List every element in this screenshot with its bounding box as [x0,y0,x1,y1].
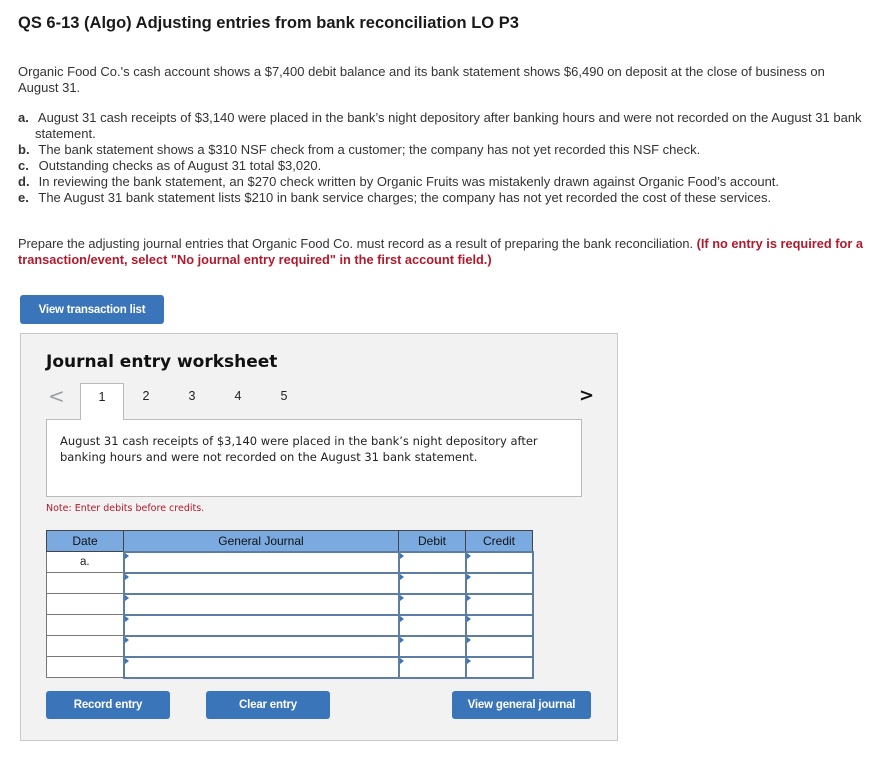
account-input[interactable] [122,634,400,658]
item-label: d. [18,174,30,189]
credit-input[interactable] [464,613,534,637]
item-text: August 31 cash receipts of $3,140 were p… [35,110,862,141]
column-header-date: Date [46,530,124,552]
transaction-item: a. August 31 cash receipts of $3,140 wer… [18,110,868,142]
debit-input[interactable] [397,655,467,679]
tab-3[interactable]: 3 [170,383,214,419]
transaction-item: c. Outstanding checks as of August 31 to… [18,158,868,174]
tab-4[interactable]: 4 [216,383,260,419]
account-input[interactable] [122,550,400,574]
credit-input[interactable] [464,550,534,574]
debit-input[interactable] [397,634,467,658]
date-cell [46,614,124,636]
account-input[interactable] [122,592,400,616]
table-row [46,613,534,637]
item-label: c. [18,158,29,173]
table-row: a. [46,550,534,574]
journal-entry-worksheet: Journal entry worksheet < 1 2 3 4 5 > Au… [20,333,618,741]
item-label: a. [18,110,29,125]
debit-input[interactable] [397,571,467,595]
date-cell [46,635,124,657]
entry-note: Note: Enter debits before credits. [46,503,205,514]
date-cell [46,572,124,594]
item-text: Outstanding checks as of August 31 total… [38,158,322,173]
view-transaction-list-button[interactable]: View transaction list [20,295,164,324]
date-cell [46,593,124,615]
transaction-description: August 31 cash receipts of $3,140 were p… [46,419,582,497]
table-row [46,655,534,679]
tab-1[interactable]: 1 [80,383,124,420]
column-header-debit: Debit [398,530,466,552]
item-label: e. [18,190,29,205]
table-row [46,571,534,595]
date-cell [46,656,124,678]
transaction-item: b. The bank statement shows a $310 NSF c… [18,142,868,158]
chevron-right-icon[interactable]: > [579,384,594,408]
record-entry-button[interactable]: Record entry [46,691,170,719]
account-input[interactable] [122,655,400,679]
worksheet-title: Journal entry worksheet [46,352,278,372]
debit-input[interactable] [397,550,467,574]
journal-table: Date General Journal Debit Credit a. [46,530,534,679]
column-header-credit: Credit [465,530,533,552]
instructions-text: Prepare the adjusting journal entries th… [18,236,697,251]
column-header-general-journal: General Journal [123,530,399,552]
table-row [46,592,534,616]
credit-input[interactable] [464,634,534,658]
transaction-item: d. In reviewing the bank statement, an $… [18,174,868,190]
credit-input[interactable] [464,592,534,616]
tab-2[interactable]: 2 [124,383,168,419]
credit-input[interactable] [464,655,534,679]
debit-input[interactable] [397,592,467,616]
transaction-item: e. The August 31 bank statement lists $2… [18,190,868,206]
problem-intro: Organic Food Co.'s cash account shows a … [18,64,825,95]
debit-input[interactable] [397,613,467,637]
credit-input[interactable] [464,571,534,595]
item-text: The bank statement shows a $310 NSF chec… [38,142,701,157]
date-cell: a. [46,551,124,573]
instructions: Prepare the adjusting journal entries th… [18,236,868,268]
account-input[interactable] [122,613,400,637]
transaction-list: a. August 31 cash receipts of $3,140 wer… [18,110,868,206]
view-general-journal-button[interactable]: View general journal [452,691,591,719]
account-input[interactable] [122,571,400,595]
tab-5[interactable]: 5 [262,383,306,419]
journal-header-row: Date General Journal Debit Credit [46,530,533,552]
table-row [46,634,534,658]
item-text: The August 31 bank statement lists $210 … [38,190,772,205]
clear-entry-button[interactable]: Clear entry [206,691,330,719]
item-label: b. [18,142,30,157]
item-text: In reviewing the bank statement, an $270… [38,174,780,189]
page-title: QS 6-13 (Algo) Adjusting entries from ba… [18,14,519,32]
chevron-left-icon[interactable]: < [48,383,65,409]
